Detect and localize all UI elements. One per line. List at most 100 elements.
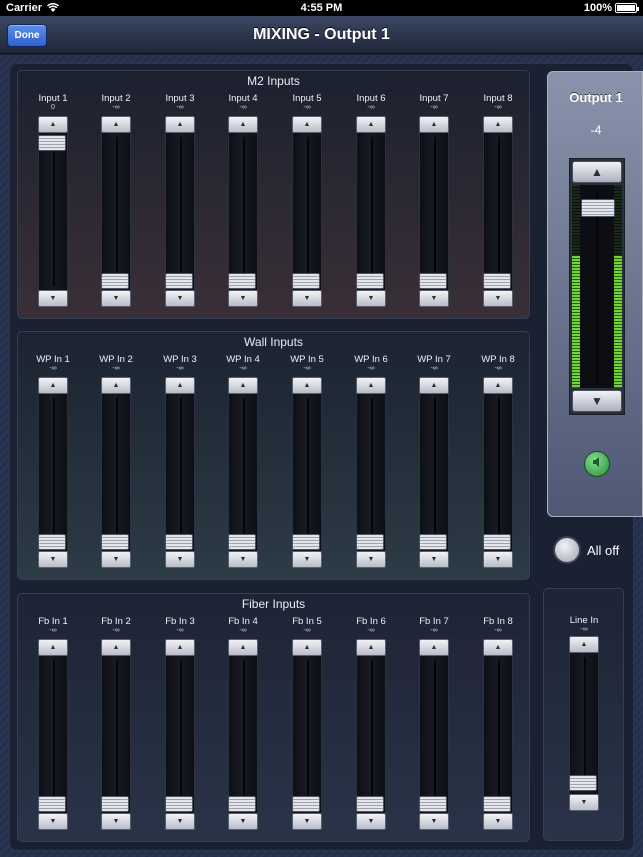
channel-down-button[interactable]: ▼ bbox=[38, 551, 68, 568]
channel-down-button[interactable]: ▼ bbox=[569, 794, 599, 811]
fader-thumb[interactable] bbox=[165, 534, 193, 550]
fader-thumb[interactable] bbox=[38, 796, 66, 812]
fader-thumb[interactable] bbox=[483, 273, 511, 289]
fader-track[interactable] bbox=[228, 133, 258, 290]
fader-track[interactable] bbox=[419, 656, 449, 813]
fader-track[interactable] bbox=[419, 133, 449, 290]
channel-down-button[interactable]: ▼ bbox=[356, 551, 386, 568]
output-fader-thumb[interactable] bbox=[581, 199, 615, 217]
fader-thumb[interactable] bbox=[419, 796, 447, 812]
channel-down-button[interactable]: ▼ bbox=[165, 551, 195, 568]
channel-up-button[interactable]: ▲ bbox=[101, 639, 131, 656]
fader-thumb[interactable] bbox=[101, 534, 129, 550]
fader-track[interactable] bbox=[356, 394, 386, 551]
fader-track[interactable] bbox=[101, 394, 131, 551]
fader-thumb[interactable] bbox=[38, 534, 66, 550]
channel-up-button[interactable]: ▲ bbox=[38, 639, 68, 656]
fader-thumb[interactable] bbox=[483, 796, 511, 812]
fader-track[interactable] bbox=[569, 653, 599, 794]
channel-down-button[interactable]: ▼ bbox=[38, 290, 68, 307]
channel-up-button[interactable]: ▲ bbox=[569, 636, 599, 653]
channel-down-button[interactable]: ▼ bbox=[356, 813, 386, 830]
output-fader-track[interactable] bbox=[572, 185, 622, 388]
fader-track[interactable] bbox=[38, 656, 68, 813]
fader-thumb[interactable] bbox=[292, 273, 320, 289]
channel-up-button[interactable]: ▲ bbox=[356, 116, 386, 133]
channel-down-button[interactable]: ▼ bbox=[356, 290, 386, 307]
fader-thumb[interactable] bbox=[483, 534, 511, 550]
fader-track[interactable] bbox=[483, 394, 513, 551]
channel-down-button[interactable]: ▼ bbox=[292, 813, 322, 830]
fader-thumb[interactable] bbox=[356, 796, 384, 812]
fader-thumb[interactable] bbox=[165, 796, 193, 812]
fader-thumb[interactable] bbox=[419, 534, 447, 550]
channel-down-button[interactable]: ▼ bbox=[228, 813, 258, 830]
channel-down-button[interactable]: ▼ bbox=[101, 813, 131, 830]
channel-down-button[interactable]: ▼ bbox=[165, 290, 195, 307]
output-down-button[interactable]: ▼ bbox=[572, 390, 622, 412]
channel-down-button[interactable]: ▼ bbox=[101, 290, 131, 307]
channel-down-button[interactable]: ▼ bbox=[165, 813, 195, 830]
fader-thumb[interactable] bbox=[165, 273, 193, 289]
channel-up-button[interactable]: ▲ bbox=[419, 116, 449, 133]
channel-down-button[interactable]: ▼ bbox=[101, 551, 131, 568]
channel-up-button[interactable]: ▲ bbox=[356, 377, 386, 394]
channel-down-button[interactable]: ▼ bbox=[483, 551, 513, 568]
channel-down-button[interactable]: ▼ bbox=[292, 551, 322, 568]
channel-up-button[interactable]: ▲ bbox=[165, 639, 195, 656]
fader-track[interactable] bbox=[165, 133, 195, 290]
channel-up-button[interactable]: ▲ bbox=[419, 639, 449, 656]
fader-track[interactable] bbox=[483, 133, 513, 290]
channel-down-button[interactable]: ▼ bbox=[419, 813, 449, 830]
channel-up-button[interactable]: ▲ bbox=[101, 377, 131, 394]
channel-up-button[interactable]: ▲ bbox=[228, 116, 258, 133]
fader-thumb[interactable] bbox=[419, 273, 447, 289]
channel-up-button[interactable]: ▲ bbox=[292, 377, 322, 394]
fader-track[interactable] bbox=[228, 656, 258, 813]
channel-up-button[interactable]: ▲ bbox=[419, 377, 449, 394]
fader-track[interactable] bbox=[356, 133, 386, 290]
channel-up-button[interactable]: ▲ bbox=[483, 639, 513, 656]
fader-thumb[interactable] bbox=[356, 534, 384, 550]
fader-thumb[interactable] bbox=[101, 273, 129, 289]
channel-down-button[interactable]: ▼ bbox=[228, 551, 258, 568]
all-off-control[interactable]: All off bbox=[553, 536, 619, 564]
channel-up-button[interactable]: ▲ bbox=[228, 639, 258, 656]
mute-button[interactable] bbox=[584, 451, 610, 477]
fader-thumb[interactable] bbox=[569, 775, 597, 791]
channel-down-button[interactable]: ▼ bbox=[228, 290, 258, 307]
output-up-button[interactable]: ▲ bbox=[572, 161, 622, 183]
channel-up-button[interactable]: ▲ bbox=[356, 639, 386, 656]
channel-up-button[interactable]: ▲ bbox=[101, 116, 131, 133]
channel-down-button[interactable]: ▼ bbox=[483, 290, 513, 307]
fader-thumb[interactable] bbox=[228, 796, 256, 812]
fader-track[interactable] bbox=[38, 394, 68, 551]
fader-track[interactable] bbox=[101, 133, 131, 290]
fader-track[interactable] bbox=[165, 656, 195, 813]
channel-up-button[interactable]: ▲ bbox=[292, 639, 322, 656]
fader-track[interactable] bbox=[483, 656, 513, 813]
fader-thumb[interactable] bbox=[38, 135, 66, 151]
fader-track[interactable] bbox=[292, 656, 322, 813]
fader-track[interactable] bbox=[228, 394, 258, 551]
channel-up-button[interactable]: ▲ bbox=[292, 116, 322, 133]
channel-up-button[interactable]: ▲ bbox=[38, 377, 68, 394]
channel-down-button[interactable]: ▼ bbox=[483, 813, 513, 830]
channel-up-button[interactable]: ▲ bbox=[483, 377, 513, 394]
channel-up-button[interactable]: ▲ bbox=[165, 116, 195, 133]
fader-thumb[interactable] bbox=[101, 796, 129, 812]
fader-track[interactable] bbox=[38, 133, 68, 290]
fader-thumb[interactable] bbox=[228, 534, 256, 550]
channel-down-button[interactable]: ▼ bbox=[419, 290, 449, 307]
fader-thumb[interactable] bbox=[292, 796, 320, 812]
channel-down-button[interactable]: ▼ bbox=[38, 813, 68, 830]
channel-down-button[interactable]: ▼ bbox=[292, 290, 322, 307]
channel-up-button[interactable]: ▲ bbox=[228, 377, 258, 394]
fader-track[interactable] bbox=[165, 394, 195, 551]
fader-track[interactable] bbox=[419, 394, 449, 551]
channel-up-button[interactable]: ▲ bbox=[483, 116, 513, 133]
fader-thumb[interactable] bbox=[292, 534, 320, 550]
fader-track[interactable] bbox=[292, 394, 322, 551]
channel-down-button[interactable]: ▼ bbox=[419, 551, 449, 568]
channel-up-button[interactable]: ▲ bbox=[38, 116, 68, 133]
